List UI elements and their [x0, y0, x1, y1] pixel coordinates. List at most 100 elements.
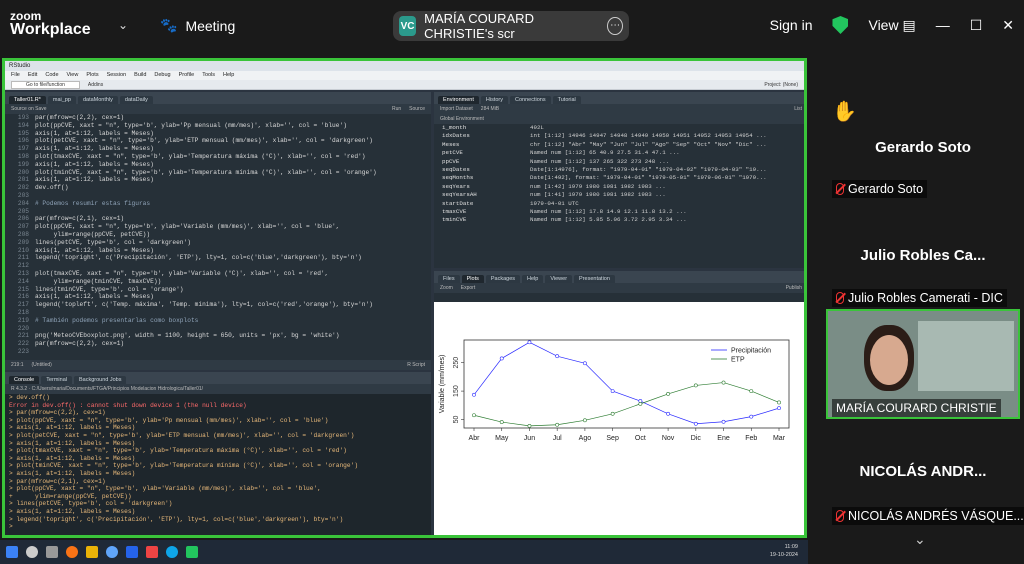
env-row[interactable]: i_month 492L [434, 124, 804, 132]
env-row[interactable]: Meses chr [1:12] "Abr" "May" "Jun" "Jul" … [434, 141, 804, 149]
code-line: 212 [7, 262, 431, 270]
tab[interactable]: Console [9, 376, 40, 384]
code-line: 198 plot(tmaxCVE, xaxt = "n", type='b', y… [7, 153, 431, 161]
participant-name: Julio Robles Ca... [860, 247, 986, 264]
tab[interactable]: Connections [510, 96, 551, 104]
windows-start-icon[interactable] [6, 546, 18, 558]
minimize-icon[interactable]: — [936, 17, 950, 33]
close-icon[interactable]: ✕ [1002, 17, 1014, 34]
code-line: 209 lines(petCVE, type='b', col = 'darkgr… [7, 239, 431, 247]
tab[interactable]: Plots [461, 275, 484, 283]
list-view-button[interactable]: List [794, 106, 802, 112]
tab[interactable]: Help [522, 275, 544, 283]
more-icon[interactable]: ⋯ [607, 17, 623, 35]
menu-item[interactable]: Edit [28, 71, 37, 80]
menu-item[interactable]: Code [45, 71, 58, 80]
menu-bar: File Edit Code View Plots Session Build Debug Pr… [5, 71, 804, 80]
goto-file-input[interactable]: Go to file/function [11, 80, 80, 89]
env-value: num [1:42] 1979 1980 1981 1982 1983 ... [530, 182, 666, 190]
console-output[interactable]: > dev.off() Error in dev.off() : cannot s… [5, 394, 431, 531]
export-button[interactable]: Export [461, 285, 475, 291]
pdf-icon[interactable] [146, 546, 158, 558]
tab[interactable]: Viewer [545, 275, 573, 283]
line-number: 209 [17, 238, 29, 246]
env-row[interactable]: ppCVE Named num [1:12] 137 265 322 273 24… [434, 158, 804, 166]
meeting-button[interactable]: 🐾 Meeting [160, 17, 235, 34]
tab[interactable]: dataMonthly [77, 96, 118, 104]
env-row[interactable]: seqDates Date[1:14976], format: "1979-04-… [434, 166, 804, 174]
system-clock[interactable]: 11:09 19-10-2024 [770, 543, 798, 559]
data-point [777, 400, 781, 405]
menu-item[interactable]: Help [223, 71, 234, 80]
tab[interactable]: Packages [485, 275, 521, 283]
code-line: 197 axis(1, at=1:12, labels = Meses) [7, 145, 431, 153]
tab[interactable]: Presentation [574, 275, 615, 283]
menu-item[interactable]: File [11, 71, 20, 80]
participant-tile[interactable]: NICOLÁS ANDR... NICOLÁS ANDRÉS VÁSQUE... [826, 421, 1024, 525]
import-dataset-button[interactable]: Import Dataset [440, 106, 473, 112]
folder-icon[interactable] [86, 546, 98, 558]
publish-button[interactable]: Publish [786, 285, 802, 291]
menu-item[interactable]: Plots [86, 71, 98, 80]
active-speaker-tile[interactable]: MARÍA COURARD CHRISTIE [826, 309, 1020, 419]
line-number: 197 [17, 145, 29, 153]
tab[interactable]: mai_pp [47, 96, 76, 104]
env-row[interactable]: seqMonths Date[1:492], format: "1979-04-0… [434, 174, 804, 182]
menu-item[interactable]: Debug [154, 71, 170, 80]
chevron-down-icon[interactable]: ⌄ [118, 18, 128, 32]
env-row[interactable]: tmaxCVE Named num [1:12] 17.8 14.9 12.1 1… [434, 208, 804, 216]
zoom-logo: zoom Workplace [10, 10, 91, 38]
editor-status: 219:1 (Untitled) R Script [5, 360, 431, 370]
env-row[interactable]: idxDates int [1:12] 14946 14947 14948 149… [434, 132, 804, 140]
menu-item[interactable]: Tools [202, 71, 215, 80]
project-button[interactable]: Project: (None) [764, 82, 798, 88]
run-button[interactable]: Run [392, 106, 401, 112]
line-number: 213 [17, 269, 29, 277]
menu-item[interactable]: View [67, 71, 79, 80]
sign-in-button[interactable]: Sign in [770, 17, 813, 33]
chrome-icon[interactable] [106, 546, 118, 558]
view-button[interactable]: View ▤ [868, 17, 915, 34]
environment-scope[interactable]: Global Environment [434, 114, 804, 124]
firefox-icon[interactable] [66, 546, 78, 558]
meeting-label: Meeting [185, 17, 236, 34]
tab[interactable]: dataDaily [119, 96, 153, 104]
env-row[interactable]: startDate 1979-04-01 UTC [434, 200, 804, 208]
tab[interactable]: Environment [438, 96, 479, 104]
menu-item[interactable]: Session [107, 71, 127, 80]
source-button[interactable]: Source [409, 106, 425, 112]
tab[interactable]: Terminal [41, 376, 72, 384]
tab[interactable]: Background Jobs [73, 376, 127, 384]
code-editor[interactable]: 193 par(mfrow=c(2,2), cex=1) 194 plot(ppCVE… [5, 114, 431, 356]
line-number: 205 [17, 207, 29, 215]
source-on-save[interactable]: Source on Save [11, 106, 47, 112]
line-number: 216 [17, 293, 29, 301]
line-number: 215 [17, 285, 29, 293]
zoom-button[interactable]: Zoom [440, 285, 453, 291]
task-view-icon[interactable] [46, 546, 58, 558]
edge-icon[interactable] [166, 546, 178, 558]
env-row[interactable]: seqYears num [1:42] 1979 1980 1981 1982 1… [434, 182, 804, 191]
search-icon[interactable] [26, 546, 38, 558]
tab[interactable]: History [480, 96, 509, 104]
word-icon[interactable] [126, 546, 138, 558]
data-point [555, 422, 560, 427]
env-row[interactable]: petCVE Named num [1:12] 65 40.9 27.5 31.4… [434, 149, 804, 157]
share-indicator[interactable]: VC MARÍA COURARD CHRISTIE's scr ⋯ [393, 11, 629, 41]
env-row[interactable]: tminCVE Named num [1:12] 5.85 5.06 3.72 2… [434, 216, 804, 224]
code-text: axis(1, at=1:12, labels = Meses) [35, 246, 154, 254]
menu-item[interactable]: Profile [179, 71, 195, 80]
participant-tile[interactable]: Julio Robles Ca... Julio Robles Camerati… [826, 205, 1020, 307]
addins-button[interactable]: Addins [88, 82, 103, 88]
data-point [499, 420, 504, 424]
excel-icon[interactable] [186, 546, 198, 558]
env-row[interactable]: seqYearsAH num [1:41] 1979 1980 1981 1982… [434, 191, 804, 199]
menu-item[interactable]: Build [134, 71, 146, 80]
maximize-icon[interactable]: ☐ [970, 17, 983, 34]
participant-tile[interactable]: ✋ Gerardo Soto Gerardo Soto [826, 95, 1020, 203]
tab[interactable]: Files [438, 275, 460, 283]
chevron-down-icon[interactable]: ⌄ [914, 531, 926, 548]
env-value: Named num [1:12] 5.85 5.06 3.72 2.95 3.3… [530, 216, 687, 224]
tab[interactable]: Taller01.R* [9, 96, 46, 104]
tab[interactable]: Tutorial [552, 96, 581, 104]
